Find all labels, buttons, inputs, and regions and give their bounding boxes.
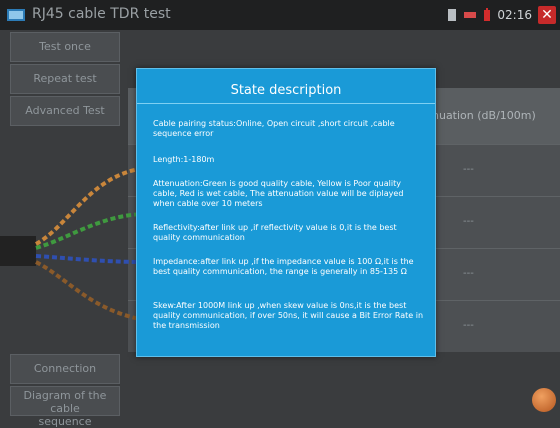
- entry-label: Skew:: [153, 301, 177, 310]
- entry-text: After 1000M link up ,when skew value is …: [153, 301, 424, 330]
- entry-label: Cable pairing status:: [153, 119, 236, 128]
- cable-illustration: [0, 166, 146, 322]
- entry-reflectivity: Reflectivity:after link up ,if reflectiv…: [153, 223, 425, 243]
- usb-icon: [464, 12, 477, 18]
- title-bar: RJ45 cable TDR test 02:16 ✕: [0, 0, 560, 30]
- dialog-title: State description: [230, 83, 342, 98]
- entry-skew: Skew:After 1000M link up ,when skew valu…: [153, 301, 425, 331]
- cable-jacket: [0, 236, 36, 266]
- app-icon: [7, 9, 25, 21]
- help-icon[interactable]: [532, 388, 556, 412]
- entry-length: Length:1-180m: [153, 155, 425, 165]
- entry-label: Reflectivity:: [153, 223, 200, 232]
- entry-label: Attenuation:: [153, 179, 203, 188]
- clock: 02:16: [497, 8, 532, 22]
- state-description-dialog: State description Cable pairing status:O…: [136, 68, 436, 357]
- attenuation-value: ---: [463, 164, 474, 175]
- attenuation-value: ---: [463, 268, 474, 279]
- cable-sequence-label-line1: Diagram of the cable: [23, 389, 107, 415]
- entry-impedance: Impedance:after link up ,if the impedanc…: [153, 257, 425, 277]
- app-title: RJ45 cable TDR test: [32, 6, 171, 22]
- connection-diagram-button[interactable]: Connection diagram: [10, 354, 120, 403]
- attenuation-value: ---: [463, 216, 474, 227]
- divider: [137, 103, 435, 104]
- entry-cable-pairing: Cable pairing status:Online, Open circui…: [153, 119, 425, 139]
- cable-sequence-label-line2: sequence: [38, 415, 92, 428]
- entry-text: 1-180m: [183, 155, 215, 164]
- entry-attenuation: Attenuation:Green is good quality cable,…: [153, 179, 425, 209]
- cable-sequence-diagram-button[interactable]: Diagram of the cable sequence: [10, 386, 120, 428]
- status-area: 02:16 ✕: [447, 5, 556, 25]
- attenuation-column-header: nuation (dB/100m): [432, 109, 536, 122]
- entry-label: Length:: [153, 155, 184, 164]
- sd-card-icon: [448, 9, 457, 21]
- advanced-test-button[interactable]: Advanced Test: [10, 96, 120, 126]
- attenuation-value: ---: [463, 320, 474, 331]
- repeat-test-button[interactable]: Repeat test: [10, 64, 120, 94]
- test-once-button[interactable]: Test once: [10, 32, 120, 62]
- battery-icon: [484, 8, 491, 21]
- entry-label: Impedance:: [153, 257, 201, 266]
- close-button[interactable]: ✕: [538, 6, 556, 24]
